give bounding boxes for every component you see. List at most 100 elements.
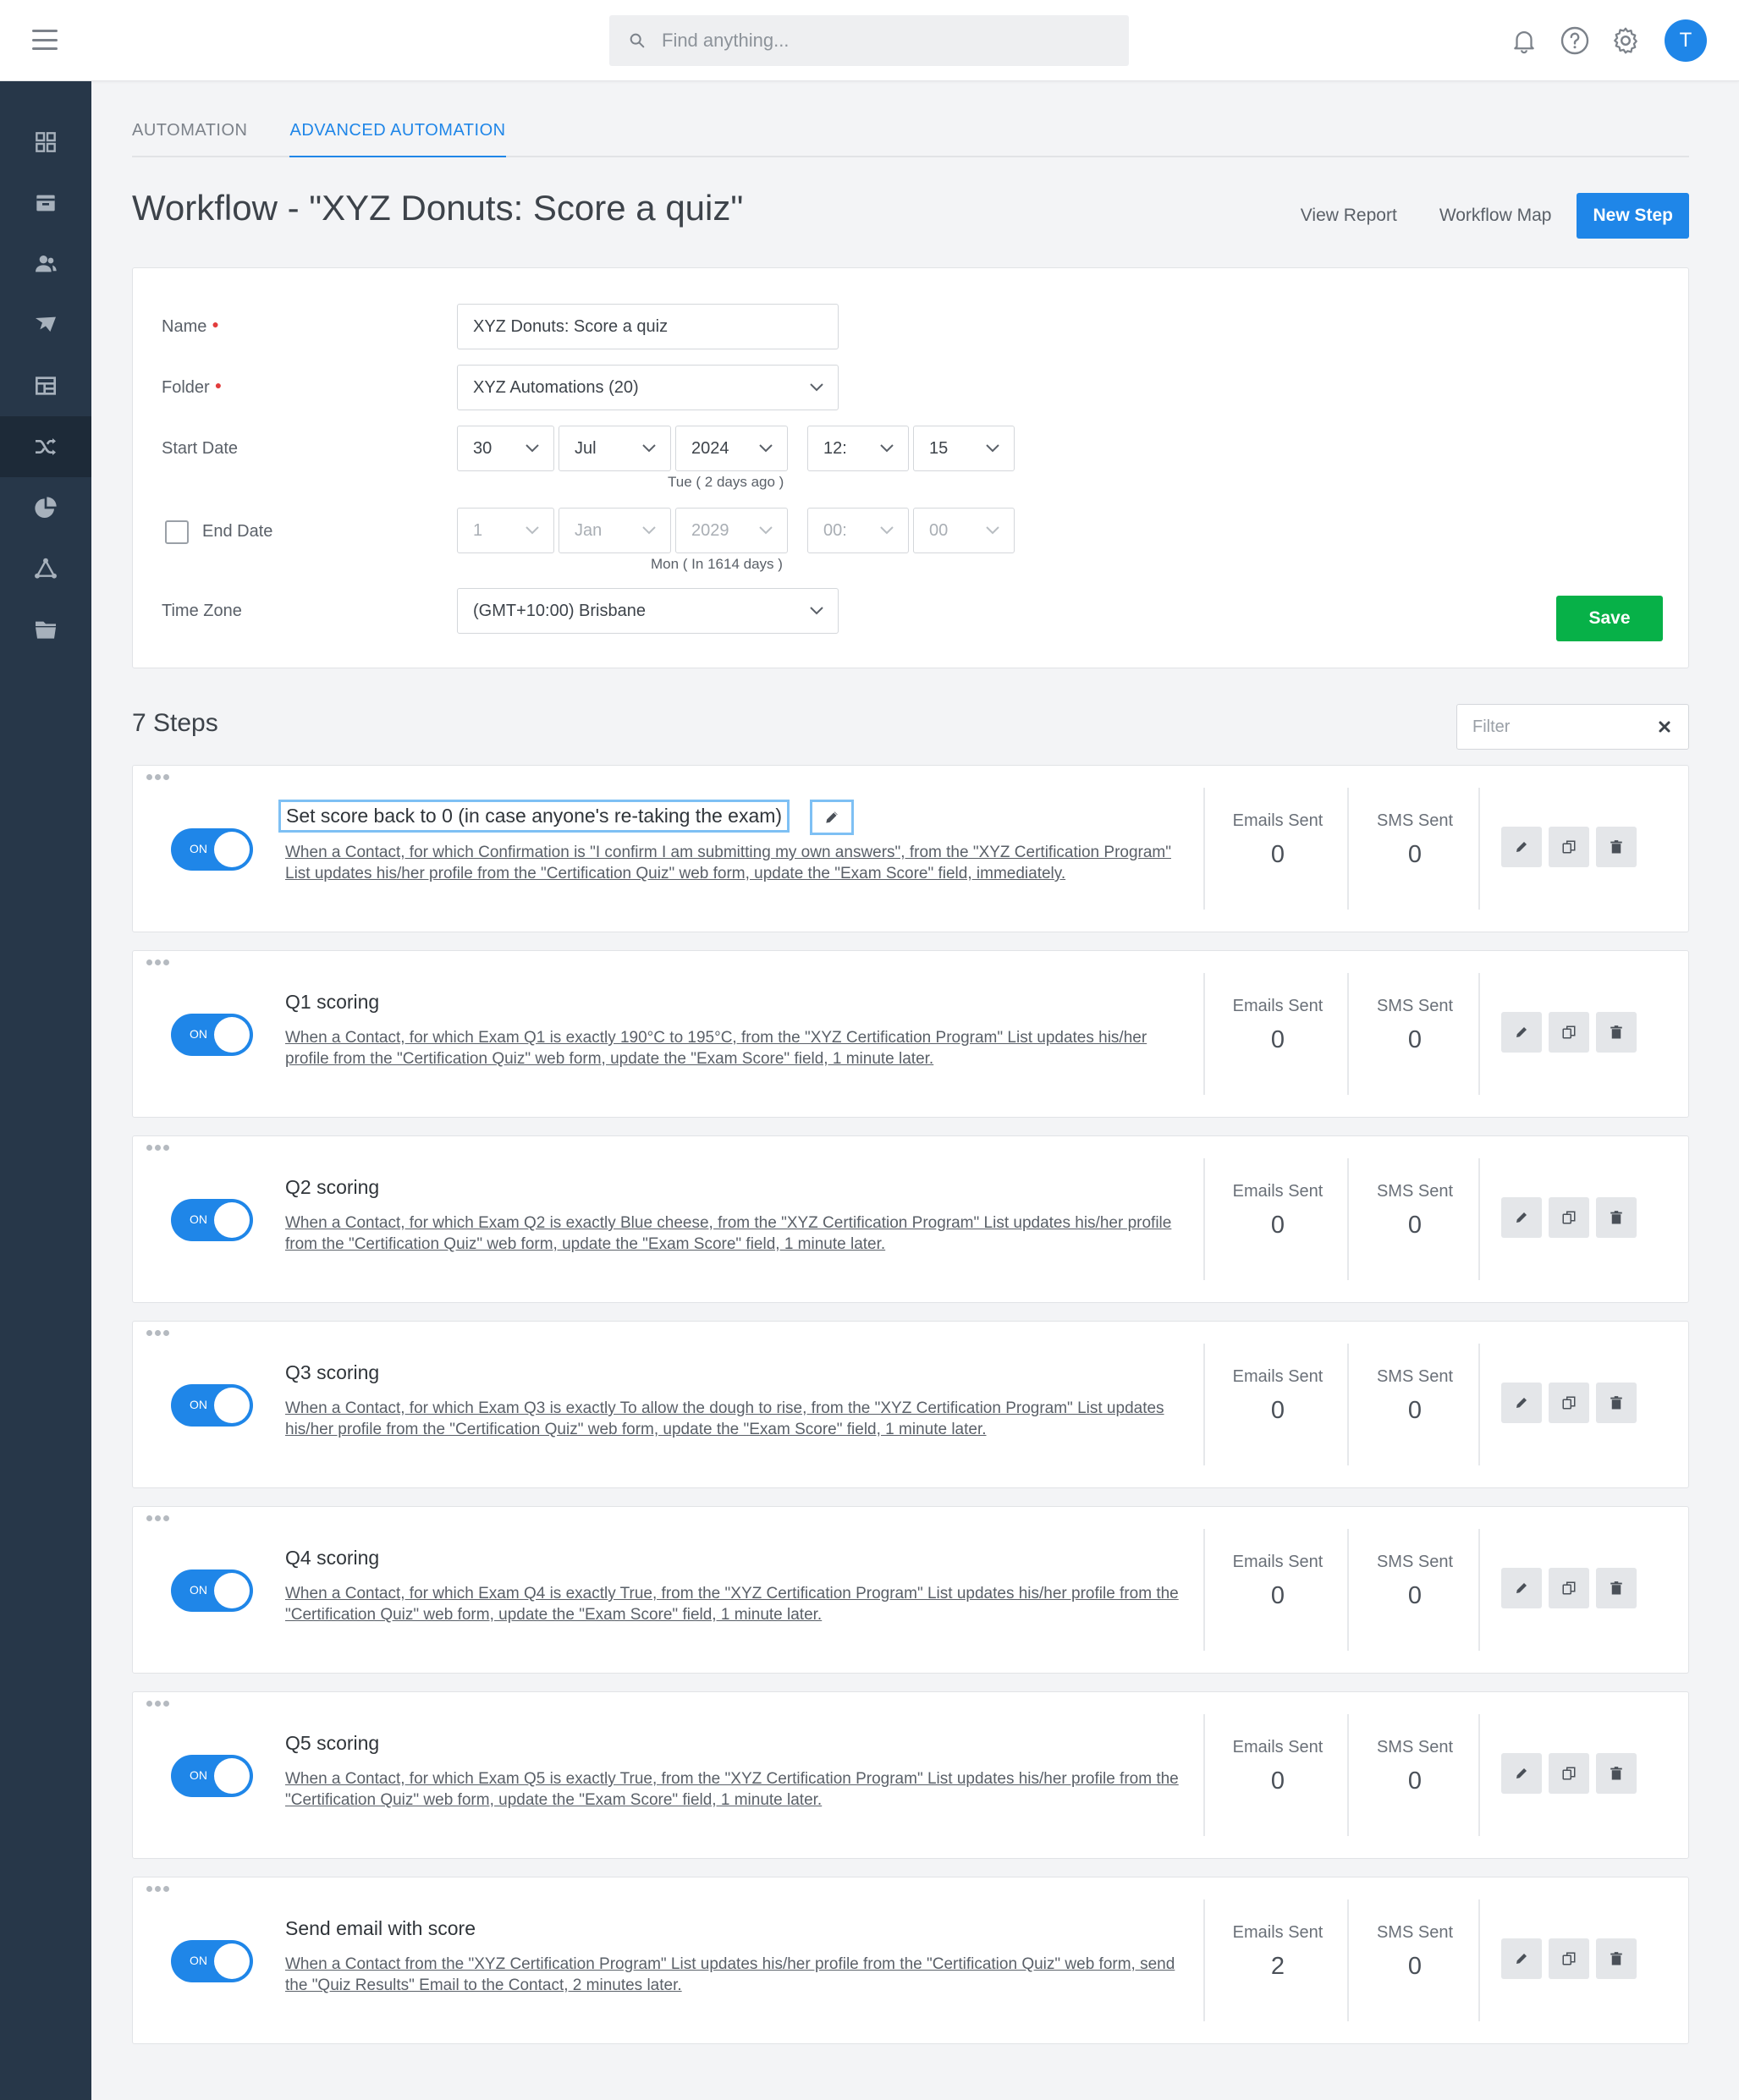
folder-select[interactable]: XYZ Automations (20) [457,365,839,410]
duplicate-step-button[interactable] [1549,1383,1589,1423]
delete-step-button[interactable] [1596,1938,1637,1979]
tab-automation[interactable]: AUTOMATION [132,121,247,156]
step-toggle[interactable]: ON [171,1755,253,1797]
step-name[interactable]: Send email with score [285,1917,476,1940]
delete-step-button[interactable] [1596,827,1637,867]
edit-step-button[interactable] [1501,1383,1542,1423]
search-icon [630,33,645,48]
time-zone-select[interactable]: (GMT+10:00) Brisbane [457,588,839,634]
gear-icon[interactable] [1609,24,1643,58]
main-content: AUTOMATION ADVANCED AUTOMATION Workflow … [132,81,1689,2062]
delete-step-button[interactable] [1596,1012,1637,1053]
drag-handle-icon[interactable] [146,1701,172,1707]
name-field[interactable]: XYZ Donuts: Score a quiz [457,304,839,349]
edit-step-button[interactable] [1501,1197,1542,1238]
step-name[interactable]: Q5 scoring [285,1732,379,1755]
step-toggle[interactable]: ON [171,1570,253,1612]
clear-filter-icon[interactable] [1658,720,1671,734]
step-name[interactable]: Q3 scoring [285,1361,379,1384]
drag-handle-icon[interactable] [146,1515,172,1521]
step-description[interactable]: When a Contact, for which Exam Q5 is exa… [285,1768,1180,1811]
search-input[interactable] [662,30,1102,52]
delete-step-button[interactable] [1596,1753,1637,1794]
files-icon [36,621,56,639]
step-name[interactable]: Q4 scoring [285,1547,379,1570]
step-description[interactable]: When a Contact from the "XYZ Certificati… [285,1954,1180,1996]
step-toggle[interactable]: ON [171,1199,253,1241]
search-box[interactable] [609,15,1129,66]
sidebar-item-automation[interactable] [0,416,91,477]
dashboard-icon [36,132,56,152]
filter-input[interactable] [1472,717,1642,737]
drag-handle-icon[interactable] [146,959,172,965]
workflow-map-button[interactable]: Workflow Map [1439,206,1552,226]
drag-handle-icon[interactable] [146,1145,172,1151]
emails-sent-stat: Emails Sent 0 [1232,811,1324,868]
menu-icon[interactable] [30,25,59,54]
step-description[interactable]: When a Contact, for which Exam Q1 is exa… [285,1027,1180,1069]
step-description[interactable]: When a Contact, for which Exam Q4 is exa… [285,1583,1180,1625]
step-name[interactable]: Q2 scoring [285,1176,379,1199]
sidebar-item-campaigns[interactable] [0,294,91,355]
end-date-checkbox[interactable] [165,520,189,544]
chevron-down-icon [642,444,656,453]
avatar[interactable]: T [1665,19,1707,62]
duplicate-step-button[interactable] [1549,827,1589,867]
step-toggle[interactable]: ON [171,1940,253,1982]
step-toggle[interactable]: ON [171,1384,253,1427]
copy-icon [1562,1211,1576,1224]
drag-handle-icon[interactable] [146,774,172,780]
sidebar-item-contacts[interactable] [0,234,91,294]
sidebar-item-integrations[interactable] [0,538,91,599]
sidebar-item-dashboard[interactable] [0,112,91,173]
edit-step-button[interactable] [1501,827,1542,867]
duplicate-step-button[interactable] [1549,1938,1589,1979]
start-minute-select[interactable]: 15 [913,426,1015,471]
chevron-down-icon [759,444,773,453]
delete-step-button[interactable] [1596,1568,1637,1608]
start-hour-select[interactable]: 12: [807,426,909,471]
help-icon[interactable] [1558,24,1592,58]
step-toggle[interactable]: ON [171,1014,253,1056]
sidebar-item-inbox[interactable] [0,173,91,234]
emails-sent-stat: Emails Sent 0 [1232,1553,1324,1609]
duplicate-step-button[interactable] [1549,1012,1589,1053]
step-name[interactable]: Q1 scoring [285,991,379,1014]
chevron-down-icon [810,607,823,615]
start-year-select[interactable]: 2024 [675,426,788,471]
bell-icon[interactable] [1507,24,1541,58]
step-description[interactable]: When a Contact, for which Confirmation i… [285,842,1180,884]
duplicate-step-button[interactable] [1549,1197,1589,1238]
sidebar-item-reports[interactable] [0,477,91,538]
start-day-select[interactable]: 30 [457,426,554,471]
edit-step-button[interactable] [1501,1568,1542,1608]
step-description[interactable]: When a Contact, for which Exam Q2 is exa… [285,1212,1180,1255]
sidebar-item-templates[interactable] [0,355,91,416]
chevron-down-icon [759,526,773,535]
tab-advanced-automation[interactable]: ADVANCED AUTOMATION [289,121,506,157]
new-step-button[interactable]: New Step [1577,193,1689,239]
copy-icon [1562,840,1576,854]
edit-step-button[interactable] [1501,1753,1542,1794]
delete-step-button[interactable] [1596,1197,1637,1238]
filter-box[interactable] [1456,704,1689,750]
start-month-select[interactable]: Jul [559,426,671,471]
duplicate-step-button[interactable] [1549,1568,1589,1608]
integrations-icon [35,558,57,579]
edit-name-button[interactable] [810,800,854,835]
edit-step-button[interactable] [1501,1012,1542,1053]
step-description[interactable]: When a Contact, for which Exam Q3 is exa… [285,1398,1180,1440]
drag-handle-icon[interactable] [146,1886,172,1892]
save-button[interactable]: Save [1556,596,1663,641]
sidebar-item-files[interactable] [0,599,91,660]
step-name[interactable]: Set score back to 0 (in case anyone's re… [278,800,790,833]
duplicate-step-button[interactable] [1549,1753,1589,1794]
start-date-label: Start Date [162,439,239,458]
pencil-icon [826,811,838,823]
chevron-down-icon [880,526,894,535]
drag-handle-icon[interactable] [146,1330,172,1336]
delete-step-button[interactable] [1596,1383,1637,1423]
step-toggle[interactable]: ON [171,828,253,871]
view-report-button[interactable]: View Report [1301,206,1397,226]
edit-step-button[interactable] [1501,1938,1542,1979]
